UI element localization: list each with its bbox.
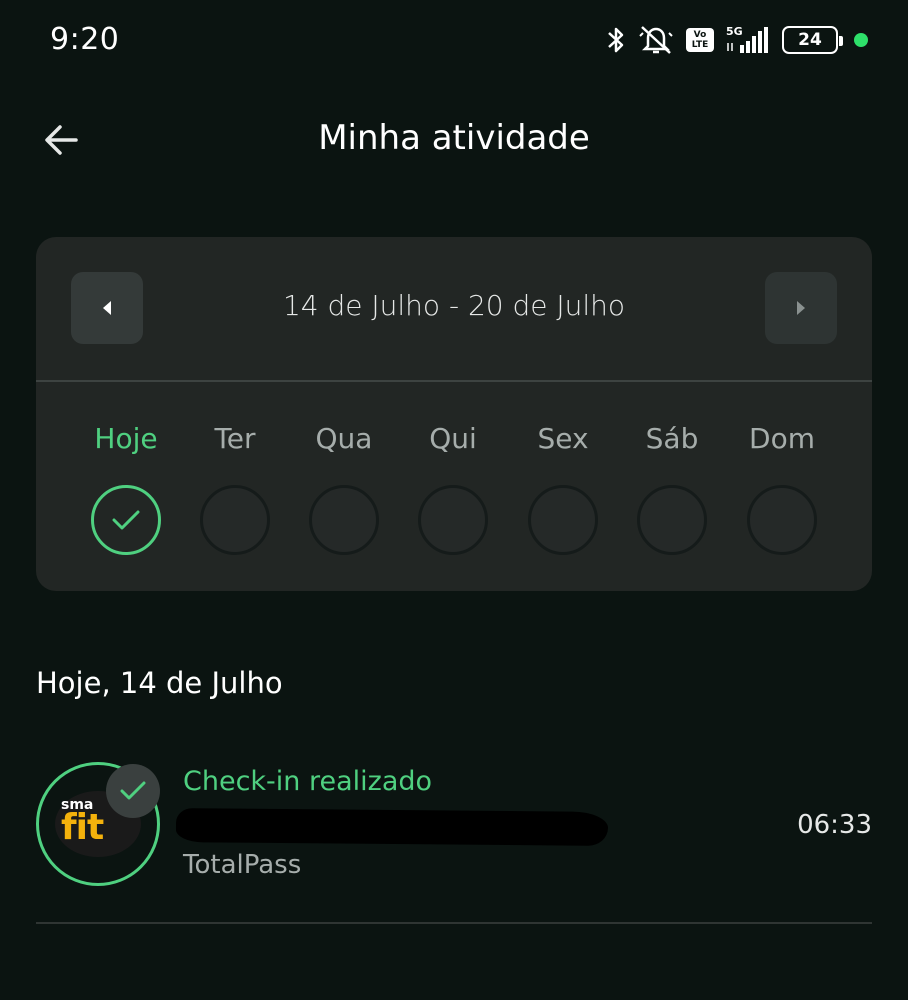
- activity-provider: TotalPass: [183, 850, 302, 880]
- row-divider: [36, 922, 872, 924]
- day-label: Qui: [429, 422, 477, 455]
- app-header: Minha atividade: [0, 100, 908, 180]
- caret-right-icon: [797, 301, 805, 315]
- day-status-empty: [309, 485, 379, 555]
- week-navigator: 14 de Julho - 20 de Julho: [36, 237, 872, 381]
- day-sab[interactable]: Sáb: [617, 417, 727, 567]
- day-label: Ter: [214, 422, 256, 455]
- day-qua[interactable]: Qua: [289, 417, 399, 567]
- battery-icon: 24: [782, 26, 843, 54]
- day-status-empty: [637, 485, 707, 555]
- status-bar: 9:20 Vo LTE 5G 24: [0, 0, 908, 84]
- day-label: Sex: [537, 422, 589, 455]
- day-label: Dom: [749, 422, 815, 455]
- day-ter[interactable]: Ter: [180, 417, 290, 567]
- activity-status: Check-in realizado: [183, 766, 433, 797]
- day-status-empty: [528, 485, 598, 555]
- bell-muted-icon: [639, 26, 673, 54]
- status-icons: Vo LTE 5G 24: [606, 22, 868, 58]
- day-hoje[interactable]: Hoje: [71, 417, 181, 567]
- week-card: 14 de Julho - 20 de Julho Hoje Ter Qua Q…: [36, 237, 872, 591]
- day-dom[interactable]: Dom: [727, 417, 837, 567]
- check-icon: [120, 781, 146, 800]
- day-status-empty: [747, 485, 817, 555]
- logo-text-main: fit: [61, 807, 104, 848]
- activity-item[interactable]: sma fit Check-in realizado TotalPass 06:…: [36, 760, 872, 890]
- volte-icon: Vo LTE: [686, 28, 714, 52]
- day-qui[interactable]: Qui: [398, 417, 508, 567]
- day-status-done: [91, 485, 161, 555]
- status-time: 9:20: [50, 22, 120, 57]
- battery-level: 24: [798, 30, 822, 50]
- day-label: Hoje: [94, 422, 158, 455]
- day-sex[interactable]: Sex: [508, 417, 618, 567]
- section-date-title: Hoje, 14 de Julho: [36, 666, 283, 700]
- redacted-gym-name: [175, 808, 609, 846]
- check-icon: [112, 510, 140, 530]
- green-dot-indicator: [854, 33, 868, 47]
- day-status-empty: [418, 485, 488, 555]
- week-range: 14 de Julho - 20 de Julho: [282, 289, 626, 322]
- day-label: Qua: [315, 422, 373, 455]
- activity-time: 06:33: [797, 810, 872, 840]
- week-divider: [36, 380, 872, 382]
- page-title: Minha atividade: [318, 118, 590, 158]
- signal-5g-icon: 5G: [726, 25, 770, 55]
- check-badge: [106, 764, 160, 818]
- day-status-empty: [200, 485, 270, 555]
- next-week-button[interactable]: [765, 272, 837, 344]
- screen: 9:20 Vo LTE 5G 24 Minha atividade 14 de …: [0, 0, 908, 1000]
- bluetooth-icon: [608, 27, 624, 53]
- day-label: Sáb: [645, 422, 699, 455]
